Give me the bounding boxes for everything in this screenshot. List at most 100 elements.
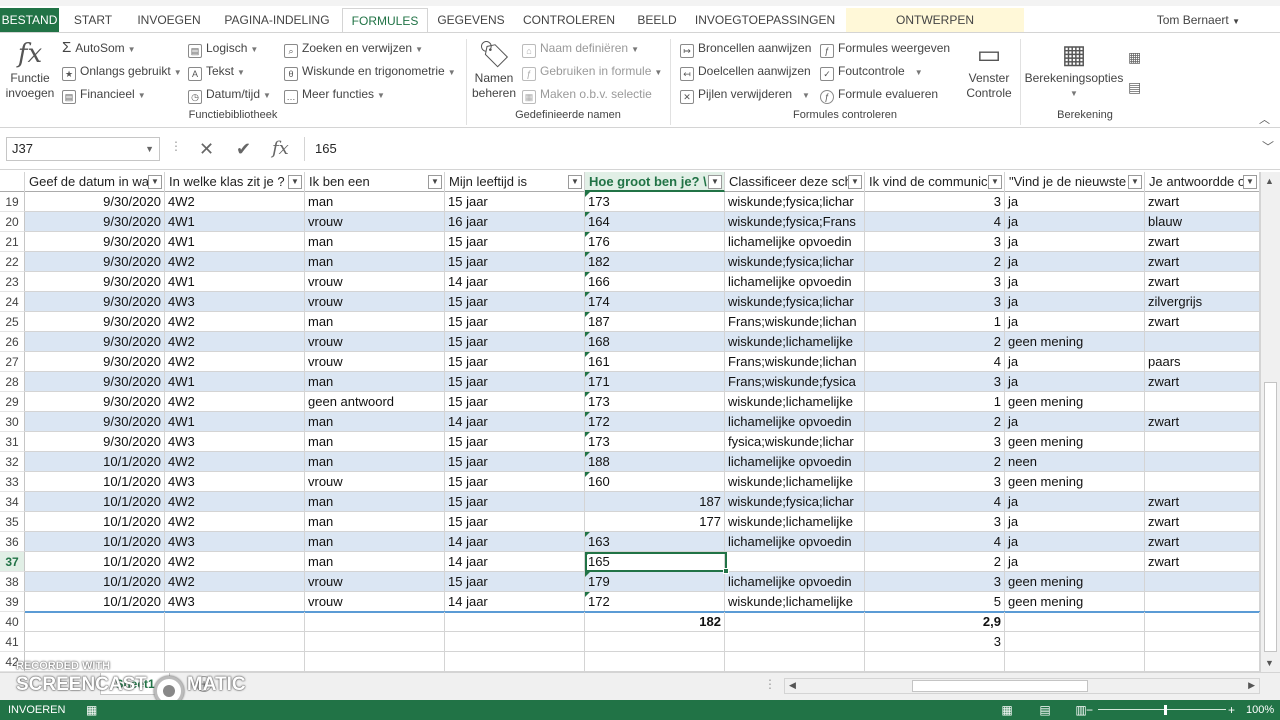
cell-subjects[interactable]: wiskunde;lichamelijke <box>725 392 865 412</box>
row-header[interactable]: 36 <box>0 532 25 552</box>
cell-date[interactable]: 10/1/2020 <box>25 532 165 552</box>
cell-opinion[interactable] <box>1005 652 1145 672</box>
cell-answer[interactable] <box>1145 472 1260 492</box>
row-header[interactable]: 28 <box>0 372 25 392</box>
cell-class[interactable]: 4W2 <box>165 552 305 572</box>
cell-gender[interactable]: man <box>305 232 445 252</box>
cell-date[interactable] <box>25 632 165 652</box>
cell-subjects[interactable]: wiskunde;lichamelijke <box>725 592 865 612</box>
cell-class[interactable] <box>165 652 305 672</box>
cell-rating[interactable] <box>865 652 1005 672</box>
cell-class[interactable]: 4W2 <box>165 192 305 212</box>
cell-subjects[interactable] <box>725 552 865 572</box>
cell-opinion[interactable]: ja <box>1005 512 1145 532</box>
financial-button[interactable]: ▤ Financieel ▼ <box>62 84 146 104</box>
cell-answer[interactable]: blauw <box>1145 212 1260 232</box>
cell-opinion[interactable]: neen <box>1005 452 1145 472</box>
cell-rating[interactable]: 3 <box>865 292 1005 312</box>
cell-gender[interactable]: vrouw <box>305 472 445 492</box>
cell-class[interactable]: 4W1 <box>165 272 305 292</box>
resize-handle-icon[interactable]: ⋮ <box>170 139 182 153</box>
cell-opinion[interactable]: geen mening <box>1005 472 1145 492</box>
cell-answer[interactable] <box>1145 632 1260 652</box>
cell-date[interactable]: 9/30/2020 <box>25 272 165 292</box>
cell-height[interactable] <box>585 652 725 672</box>
cell-subjects[interactable]: wiskunde;fysica;lichar <box>725 192 865 212</box>
calculate-sheet-icon[interactable]: ▤ <box>1128 77 1141 97</box>
tab-file[interactable]: BESTAND <box>0 8 59 33</box>
cell-height[interactable]: 164 <box>585 212 725 232</box>
cell-gender[interactable]: man <box>305 452 445 472</box>
enter-check-icon[interactable]: ✔ <box>236 137 251 161</box>
cell-age[interactable]: 15 jaar <box>445 232 585 252</box>
cell-rating[interactable]: 2 <box>865 452 1005 472</box>
cell-date[interactable]: 10/1/2020 <box>25 492 165 512</box>
row-header[interactable]: 21 <box>0 232 25 252</box>
row-header[interactable]: 20 <box>0 212 25 232</box>
cell-rating[interactable]: 3 <box>865 572 1005 592</box>
cell-height[interactable]: 172 <box>585 592 725 612</box>
cell-age[interactable]: 15 jaar <box>445 492 585 512</box>
cell-answer[interactable]: zwart <box>1145 252 1260 272</box>
name-manager-button[interactable]: 🏷 Namen beheren <box>470 39 518 101</box>
filter-dropdown-icon[interactable]: ▼ <box>708 175 722 189</box>
trace-precedents-button[interactable]: ↦ Broncellen aanwijzen <box>680 38 811 58</box>
cell-date[interactable]: 9/30/2020 <box>25 312 165 332</box>
cell-subjects[interactable]: lichamelijke opvoedin <box>725 572 865 592</box>
vertical-scroll-thumb[interactable] <box>1264 382 1277 652</box>
insert-function-icon[interactable]: fx <box>272 137 289 161</box>
cell-height[interactable]: 166 <box>585 272 725 292</box>
cell-subjects[interactable]: wiskunde;lichamelijke <box>725 332 865 352</box>
cell-answer[interactable] <box>1145 452 1260 472</box>
cell-height[interactable]: 168 <box>585 332 725 352</box>
row-header[interactable]: 39 <box>0 592 25 612</box>
error-checking-button[interactable]: ✓ Foutcontrole ▼ <box>820 61 923 81</box>
cell-gender[interactable] <box>305 632 445 652</box>
zoom-out-icon[interactable]: − <box>1086 700 1093 720</box>
vertical-scrollbar[interactable]: ▲ ▼ <box>1260 172 1280 672</box>
cell-rating[interactable]: 3 <box>865 192 1005 212</box>
cell-age[interactable] <box>445 612 585 632</box>
cell-answer[interactable]: zwart <box>1145 192 1260 212</box>
cell-opinion[interactable]: geen mening <box>1005 572 1145 592</box>
cell-opinion[interactable] <box>1005 632 1145 652</box>
cell-answer[interactable] <box>1145 432 1260 452</box>
row-header[interactable]: 40 <box>0 612 25 632</box>
normal-view-icon[interactable]: ▦ <box>998 701 1016 719</box>
cell-gender[interactable]: man <box>305 512 445 532</box>
row-header[interactable]: 19 <box>0 192 25 212</box>
show-formulas-button[interactable]: ƒ Formules weergeven <box>820 38 950 58</box>
cell-class[interactable]: 4W2 <box>165 332 305 352</box>
cell-answer[interactable]: zwart <box>1145 492 1260 512</box>
cell-opinion[interactable]: ja <box>1005 532 1145 552</box>
cell-rating[interactable]: 2,9 <box>865 612 1005 632</box>
cell-answer[interactable] <box>1145 392 1260 412</box>
cell-subjects[interactable]: lichamelijke opvoedin <box>725 532 865 552</box>
cell-rating[interactable]: 3 <box>865 472 1005 492</box>
cell-age[interactable]: 14 jaar <box>445 412 585 432</box>
filter-dropdown-icon[interactable]: ▼ <box>428 175 442 189</box>
cell-date[interactable]: 9/30/2020 <box>25 192 165 212</box>
create-from-selection-button[interactable]: ▦ Maken o.b.v. selectie <box>522 84 652 104</box>
cell-subjects[interactable]: lichamelijke opvoedin <box>725 272 865 292</box>
filter-dropdown-icon[interactable]: ▼ <box>1243 175 1257 189</box>
cell-age[interactable]: 15 jaar <box>445 392 585 412</box>
add-sheet-icon[interactable]: + <box>196 676 212 692</box>
cell-date[interactable]: 9/30/2020 <box>25 252 165 272</box>
cell-date[interactable]: 9/30/2020 <box>25 212 165 232</box>
cell-opinion[interactable]: geen mening <box>1005 392 1145 412</box>
cell-rating[interactable]: 3 <box>865 512 1005 532</box>
cell-date[interactable]: 9/30/2020 <box>25 332 165 352</box>
define-name-button[interactable]: ⌂ Naam definiëren ▼ <box>522 38 639 58</box>
row-header[interactable]: 25 <box>0 312 25 332</box>
formula-input[interactable]: 165 <box>304 137 1274 161</box>
cell-height[interactable]: 172 <box>585 412 725 432</box>
cell-height[interactable]: 171 <box>585 372 725 392</box>
cell-subjects[interactable]: lichamelijke opvoedin <box>725 412 865 432</box>
cell-class[interactable]: 4W2 <box>165 492 305 512</box>
column-header-subjects[interactable]: Classificeer deze sch ▼ <box>725 172 865 192</box>
cell-height[interactable]: 187 <box>585 492 725 512</box>
cell-height[interactable]: 161 <box>585 352 725 372</box>
cell-rating[interactable]: 3 <box>865 432 1005 452</box>
cell-answer[interactable]: zwart <box>1145 512 1260 532</box>
